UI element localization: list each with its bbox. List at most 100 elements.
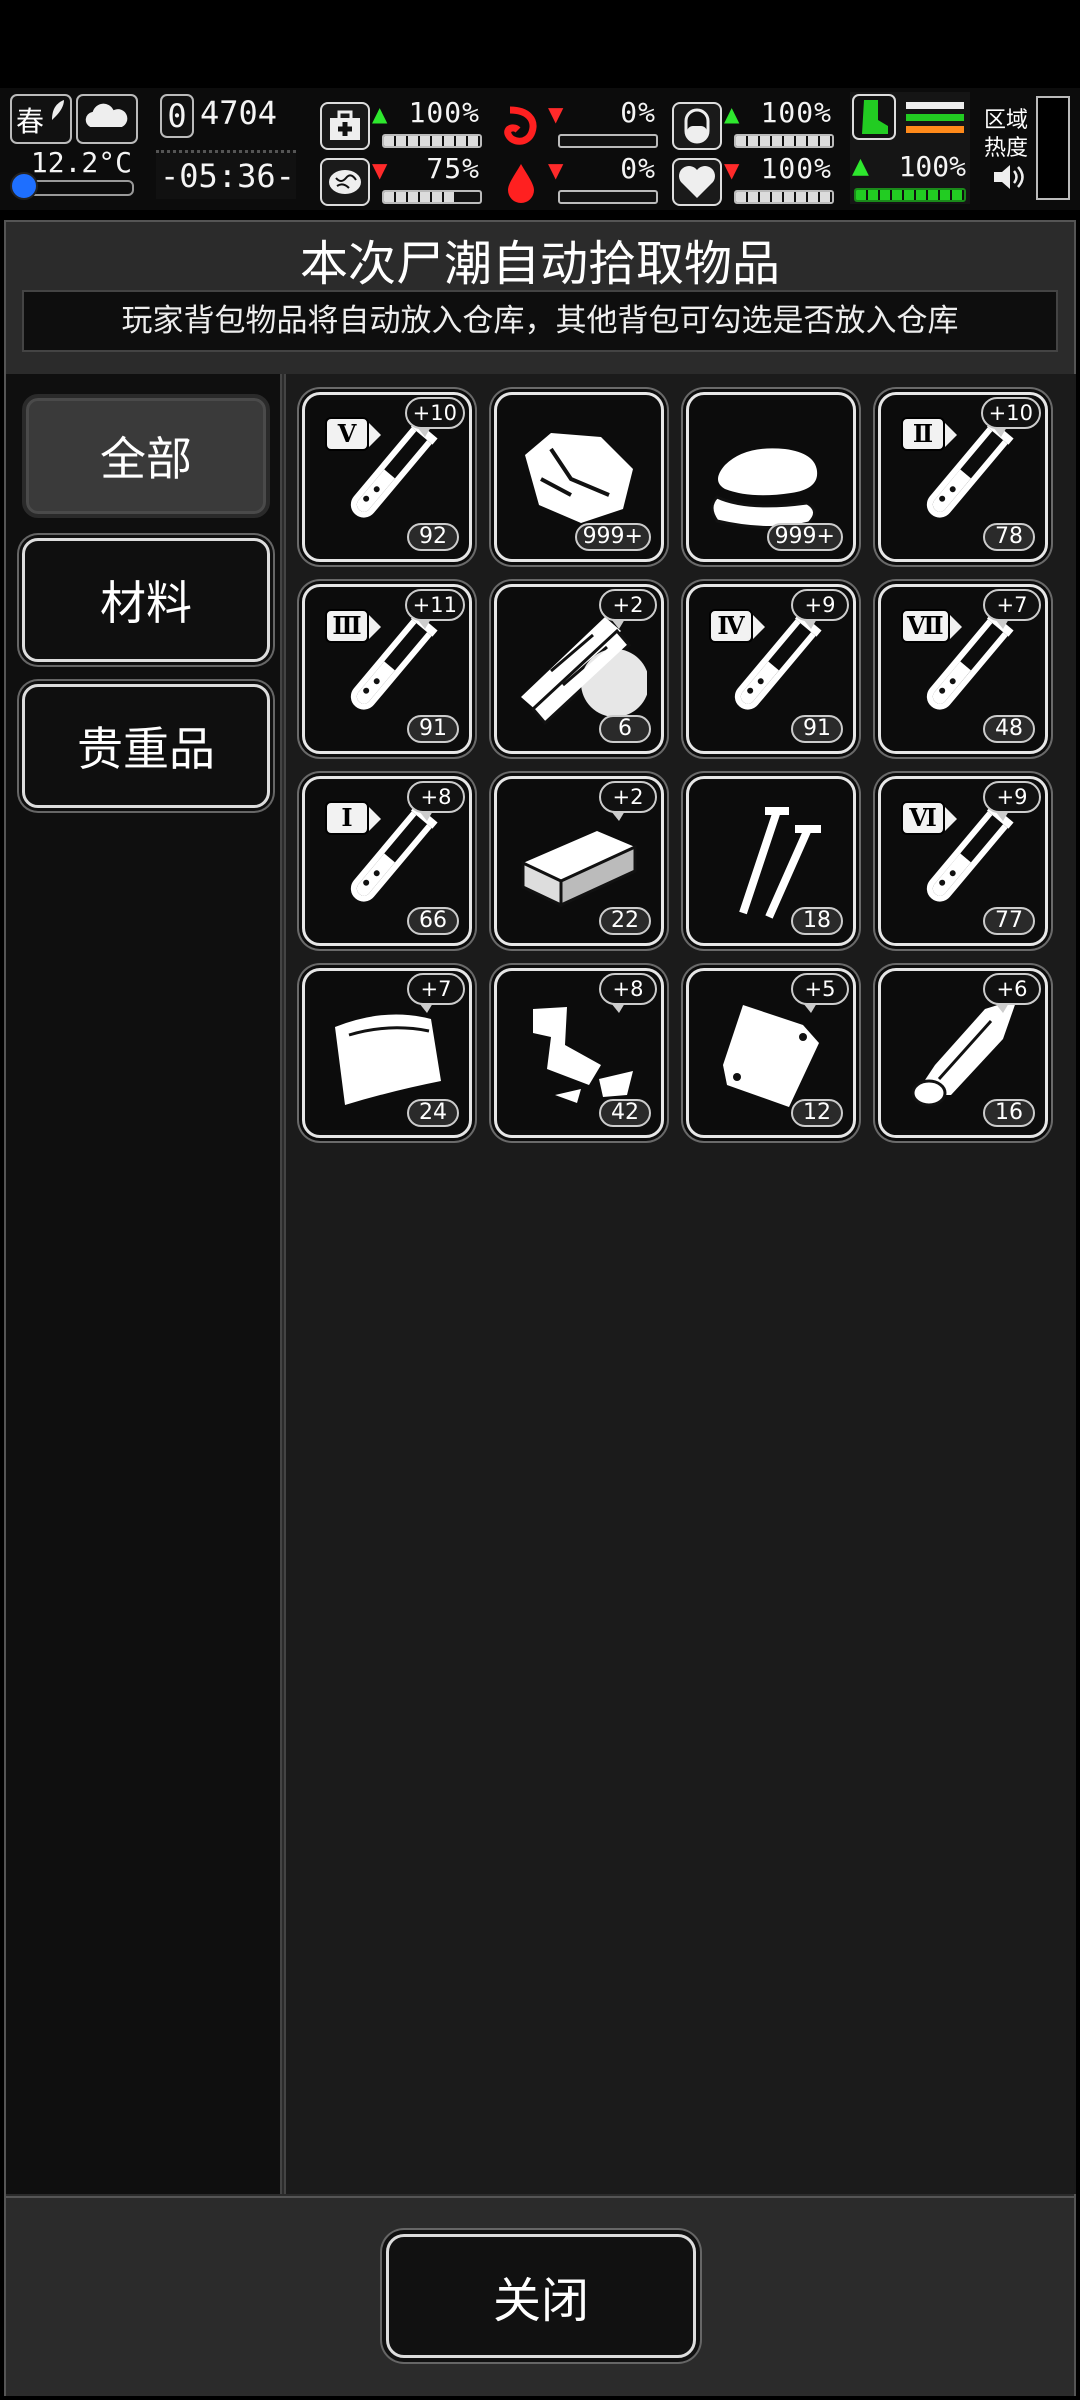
item-bonus-badge: +7 xyxy=(407,973,465,1013)
item-bonus-badge: +9 xyxy=(791,589,849,629)
item-slot[interactable]: 999+ xyxy=(686,392,856,562)
feather-icon xyxy=(52,100,64,120)
item-bonus-badge: +11 xyxy=(404,589,465,629)
heart-icon xyxy=(672,158,722,206)
item-slot[interactable]: +2 6 xyxy=(494,584,664,754)
health-stat: ▲ 100% xyxy=(320,96,484,150)
item-slot[interactable]: +5 12 xyxy=(686,968,856,1138)
item-slot[interactable]: Ⅳ +9 91 xyxy=(686,584,856,754)
close-button[interactable]: 关闭 xyxy=(386,2234,696,2358)
item-slot[interactable]: 999+ xyxy=(494,392,664,562)
category-tab-label: 贵重品 xyxy=(77,722,215,776)
item-bonus-badge: +2 xyxy=(599,781,657,821)
item-tier-badge: Ⅱ xyxy=(901,417,957,451)
hunger-trend-down-icon: ▼ xyxy=(548,102,564,126)
item-bonus-badge: +10 xyxy=(980,397,1041,437)
category-sidebar: 全部 材料 贵重品 xyxy=(6,374,282,2194)
item-count-badge: 999+ xyxy=(766,523,843,551)
zone-heat-label-2: 热度 xyxy=(984,136,1029,161)
item-slot[interactable]: +2 22 xyxy=(494,776,664,946)
category-tab-label: 全部 xyxy=(100,432,192,486)
blood-drop-icon xyxy=(496,158,546,206)
item-grid: Ⅴ +10 92 999+ 999+ Ⅱ +10 78 Ⅲ +11 91 +2 6 Ⅳ +9 91 Ⅶ +7 48 Ⅰ… xyxy=(284,374,1076,2194)
item-tier-badge: Ⅴ xyxy=(325,417,381,451)
cloud-icon xyxy=(83,101,130,129)
blood-stat: ▼ 0% xyxy=(496,152,660,206)
boot-icon xyxy=(852,94,896,140)
weather-indicator xyxy=(76,94,138,144)
item-slot[interactable]: Ⅶ +7 48 xyxy=(878,584,1048,754)
stamina-value: 100% xyxy=(898,150,966,183)
item-count-badge: 77 xyxy=(983,907,1035,935)
item-count-badge: 12 xyxy=(791,1099,843,1127)
temperature-value: 12.2°C xyxy=(30,146,132,179)
stomach-icon xyxy=(496,102,546,150)
item-slot[interactable]: Ⅵ +9 77 xyxy=(878,776,1048,946)
clock-display: -05:36- xyxy=(156,150,296,199)
item-tier-badge: Ⅲ xyxy=(325,609,381,643)
item-slot[interactable]: Ⅴ +10 92 xyxy=(302,392,472,562)
item-count-badge: 24 xyxy=(407,1099,459,1127)
item-count-badge: 22 xyxy=(599,907,651,935)
item-bonus-badge: +10 xyxy=(404,397,465,437)
item-tier-badge: Ⅶ xyxy=(901,609,962,643)
stamina-stripe-orange xyxy=(906,126,964,133)
item-bonus-badge: +5 xyxy=(791,973,849,1013)
item-slot[interactable]: Ⅱ +10 78 xyxy=(878,392,1048,562)
pill-bar xyxy=(734,134,834,148)
item-slot[interactable]: 18 xyxy=(686,776,856,946)
category-tab-materials[interactable]: 材料 xyxy=(22,538,270,662)
item-tier-badge: Ⅳ xyxy=(709,609,765,643)
blood-value: 0% xyxy=(620,152,656,185)
item-slot[interactable]: Ⅰ +8 66 xyxy=(302,776,472,946)
category-tab-valuables[interactable]: 贵重品 xyxy=(22,684,270,808)
item-count-badge: 6 xyxy=(599,715,651,743)
panel-title: 本次尸潮自动拾取物品 xyxy=(299,236,780,292)
stamina-stripe-white xyxy=(906,102,964,109)
item-count-badge: 91 xyxy=(791,715,843,743)
item-bonus-badge: +9 xyxy=(983,781,1041,821)
health-value: 100% xyxy=(408,96,480,129)
mind-stat: ▼ 75% xyxy=(320,152,484,206)
mind-value: 75% xyxy=(426,152,480,185)
item-count-badge: 16 xyxy=(983,1099,1035,1127)
stamina-stripe-green xyxy=(906,114,964,121)
blood-trend-down-icon: ▼ xyxy=(548,158,564,182)
stamina-trend-up-icon: ▲ xyxy=(852,154,869,179)
panel-notice: 玩家背包物品将自动放入仓库，其他背包可勾选是否放入仓库 xyxy=(22,290,1058,352)
item-slot[interactable]: +7 24 xyxy=(302,968,472,1138)
heart-value: 100% xyxy=(760,152,832,185)
item-slot[interactable]: +6 16 xyxy=(878,968,1048,1138)
item-count-badge: 78 xyxy=(983,523,1035,551)
item-count-badge: 92 xyxy=(407,523,459,551)
day-counter-value: 4704 xyxy=(200,94,278,132)
heart-bar xyxy=(734,190,834,204)
status-hud: 春 12.2°C 0 4704 -05:36- ▲ 100% ▼ 0% ▲ 10… xyxy=(0,88,1080,210)
item-count-badge: 999+ xyxy=(574,523,651,551)
clock-value: -05:36- xyxy=(160,157,295,195)
item-slot[interactable]: +8 42 xyxy=(494,968,664,1138)
temperature-display: 12.2°C xyxy=(10,146,138,200)
stamina-bar xyxy=(854,188,966,202)
health-bar xyxy=(382,134,482,148)
category-tab-all[interactable]: 全部 xyxy=(22,394,270,518)
pill-icon xyxy=(672,102,722,150)
item-bonus-badge: +7 xyxy=(983,589,1041,629)
speaker-icon[interactable] xyxy=(992,162,1028,192)
hunger-value: 0% xyxy=(620,96,656,129)
item-bonus-badge: +8 xyxy=(407,781,465,821)
item-slot[interactable]: Ⅲ +11 91 xyxy=(302,584,472,754)
zone-heat[interactable]: 区域 热度 xyxy=(982,92,1078,204)
close-button-label: 关闭 xyxy=(492,2273,589,2329)
hunger-stat: ▼ 0% xyxy=(496,96,660,150)
item-count-badge: 18 xyxy=(791,907,843,935)
item-tier-badge: Ⅰ xyxy=(325,801,381,835)
day-counter: 0 4704 xyxy=(158,92,286,140)
season-label: 春 xyxy=(16,105,45,138)
item-bonus-badge: +8 xyxy=(599,973,657,1013)
heart-trend-down-icon: ▼ xyxy=(724,158,740,182)
item-count-badge: 42 xyxy=(599,1099,651,1127)
medkit-icon xyxy=(320,102,370,150)
thermometer-icon xyxy=(10,172,38,200)
mind-bar xyxy=(382,190,482,204)
